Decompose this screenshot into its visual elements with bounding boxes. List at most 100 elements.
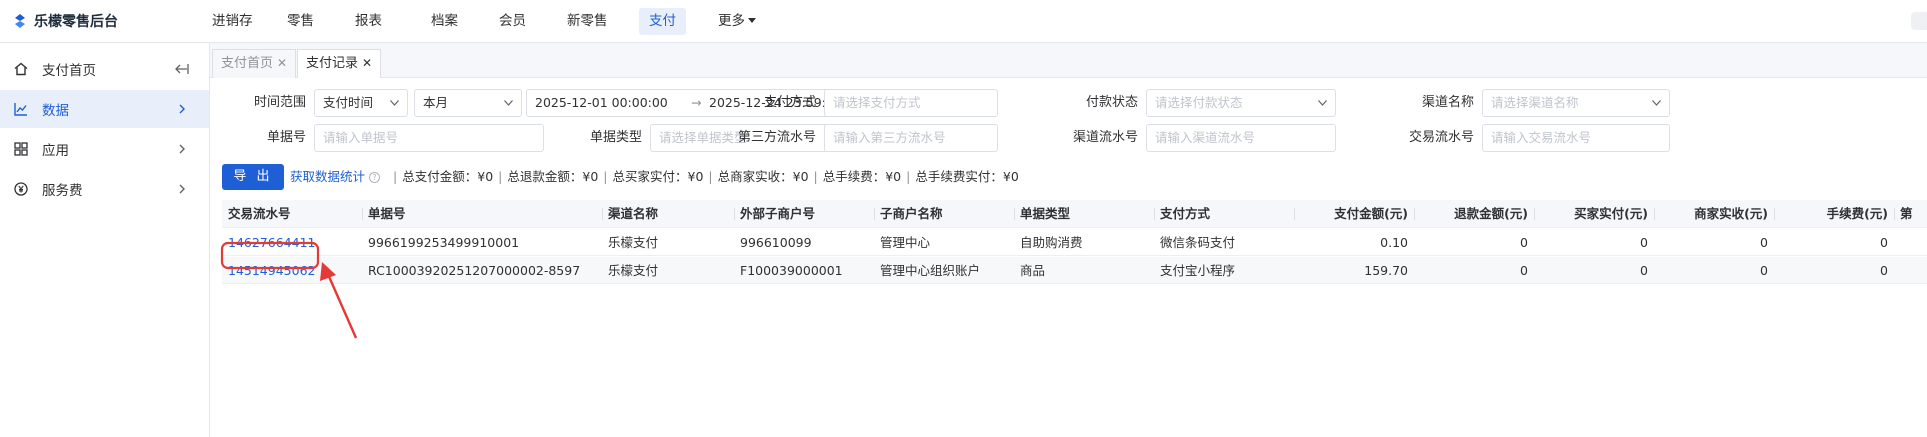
table-row[interactable]: 14514945062 RC10003920251207000002-8597 …: [222, 257, 1927, 284]
search-icon[interactable]: [1911, 12, 1927, 30]
close-icon[interactable]: ✕: [362, 56, 372, 70]
chevron-down-icon: [504, 100, 513, 106]
nav-item-reports[interactable]: 报表: [345, 8, 392, 35]
channel-name-label: 渠道名称: [1421, 95, 1474, 110]
period-value: 本月: [423, 95, 449, 110]
nav-item-members[interactable]: 会员: [489, 8, 536, 35]
col-next-truncated[interactable]: 第: [1894, 200, 1927, 228]
table-header: 交易流水号 单据号 渠道名称 外部子商户号 子商户名称 单据类型 支付方式 支付…: [222, 200, 1927, 228]
cell-channel-name: 乐檬支付: [608, 235, 659, 250]
trade-serial-link[interactable]: 14627664411: [222, 229, 362, 256]
col-pay-method[interactable]: 支付方式: [1154, 200, 1294, 228]
caret-down-icon: [748, 18, 756, 23]
cell-order-type: 自助购消费: [1020, 235, 1083, 250]
col-fee[interactable]: 手续费(元): [1774, 200, 1894, 228]
cell-refund-amount: 0: [1520, 263, 1528, 278]
col-label: 渠道名称: [608, 206, 659, 221]
nav-item-retail[interactable]: 零售: [277, 8, 324, 35]
tab-label: 支付记录: [306, 56, 359, 71]
fetch-stats-link[interactable]: 获取数据统计: [290, 164, 365, 190]
chart-line-icon: [12, 100, 30, 118]
nav-item-more[interactable]: 更多: [708, 8, 766, 35]
app-title: 乐檬零售后台: [34, 14, 118, 30]
nav-item-archive[interactable]: 档案: [421, 8, 468, 35]
pay-status-select[interactable]: 请选择付款状态: [1146, 89, 1336, 117]
col-pay-amount[interactable]: 支付金额(元): [1294, 200, 1414, 228]
col-label: 单据类型: [1020, 206, 1071, 221]
sidebar-item-label: 支付首页: [42, 63, 96, 79]
info-icon[interactable]: ?: [369, 171, 381, 183]
cell-order-no: 9966199253499910001: [368, 235, 520, 250]
export-button[interactable]: 导 出: [222, 164, 284, 190]
third-serial-input[interactable]: 请输入第三方流水号: [824, 124, 998, 152]
sidebar-item-data[interactable]: 数据: [0, 90, 209, 128]
nav-item-inventory[interactable]: 进销存: [202, 8, 263, 35]
app-logo[interactable]: 乐檬零售后台: [12, 11, 118, 31]
home-icon: [12, 60, 30, 78]
sidebar-item-payment-home[interactable]: 支付首页: [0, 50, 209, 88]
stat-total-merchant-received: 总商家实收：¥0: [717, 169, 809, 184]
sidebar-item-apps[interactable]: 应用: [0, 130, 209, 168]
trade-serial-label: 交易流水号: [1408, 130, 1474, 145]
col-label: 商家实收(元): [1694, 206, 1768, 221]
col-submerchant-name[interactable]: 子商户名称: [874, 200, 1014, 228]
cell-pay-amount: 159.70: [1364, 263, 1408, 278]
apps-grid-icon: [12, 140, 30, 158]
chevron-right-icon: [179, 104, 185, 114]
close-icon[interactable]: ✕: [277, 56, 287, 70]
table-row[interactable]: 14627664411 9966199253499910001 乐檬支付 996…: [222, 229, 1927, 256]
chevron-down-icon: [1318, 100, 1327, 106]
col-trade-serial[interactable]: 交易流水号: [222, 200, 362, 228]
channel-name-placeholder: 请选择渠道名称: [1491, 95, 1579, 110]
nav-item-payment[interactable]: 支付: [639, 8, 686, 35]
stat-total-buyer-paid: 总买家实付：¥0: [612, 169, 704, 184]
cell-merchant-received: 0: [1760, 235, 1768, 250]
pay-method-placeholder: 请选择支付方式: [833, 95, 921, 110]
chevron-down-icon: [390, 100, 399, 106]
sidebar-item-label: 服务费: [42, 183, 83, 199]
stat-total-refund: 总退款金额：¥0: [507, 169, 599, 184]
sidebar-item-service-fee[interactable]: 服务费: [0, 170, 209, 208]
col-merchant-received[interactable]: 商家实收(元): [1654, 200, 1774, 228]
time-type-select[interactable]: 支付时间: [314, 89, 408, 117]
collapse-sidebar-icon[interactable]: [175, 62, 189, 76]
payment-records-panel: 时间范围 支付时间 本月 2025-12-01 00:00:00 → 2025-…: [210, 78, 1927, 437]
time-range-label: 时间范围: [253, 95, 306, 110]
col-buyer-paid[interactable]: 买家实付(元): [1534, 200, 1654, 228]
col-label: 第: [1900, 206, 1913, 221]
trade-serial-input[interactable]: 请输入交易流水号: [1482, 124, 1670, 152]
nav-more-label: 更多: [718, 13, 745, 29]
col-refund-amount[interactable]: 退款金额(元): [1414, 200, 1534, 228]
cell-buyer-paid: 0: [1640, 263, 1648, 278]
tab-payment-records[interactable]: 支付记录 ✕: [297, 49, 382, 78]
col-order-type[interactable]: 单据类型: [1014, 200, 1154, 228]
channel-serial-input[interactable]: 请输入渠道流水号: [1146, 124, 1336, 152]
col-order-no[interactable]: 单据号: [362, 200, 602, 228]
page-tabs: 支付首页 ✕ 支付记录 ✕: [210, 43, 1927, 78]
period-select[interactable]: 本月: [414, 89, 522, 117]
chevron-down-icon: [1652, 100, 1661, 106]
nav-item-new-retail[interactable]: 新零售: [557, 8, 618, 35]
trade-serial-link[interactable]: 14514945062: [222, 257, 362, 284]
cell-buyer-paid: 0: [1640, 235, 1648, 250]
order-type-label: 单据类型: [589, 130, 642, 145]
cell-submerchant-name: 管理中心: [880, 235, 931, 250]
stats-separator: |: [906, 169, 911, 184]
stats-separator: |: [498, 169, 503, 184]
cell-merchant-received: 0: [1760, 263, 1768, 278]
pay-status-placeholder: 请选择付款状态: [1155, 95, 1243, 110]
cell-fee: 0: [1880, 235, 1888, 250]
pay-method-select[interactable]: 请选择支付方式: [824, 89, 998, 117]
cell-pay-method: 微信条码支付: [1160, 235, 1236, 250]
tab-payment-home[interactable]: 支付首页 ✕: [212, 49, 297, 78]
currency-icon: [12, 180, 30, 198]
stats-separator: |: [813, 169, 818, 184]
order-no-input[interactable]: 请输入单据号: [314, 124, 544, 152]
col-external-submerchant-no[interactable]: 外部子商户号: [734, 200, 874, 228]
chevron-right-icon: [179, 184, 185, 194]
col-channel-name[interactable]: 渠道名称: [602, 200, 734, 228]
stat-total-fee-paid: 总手续费实付：¥0: [915, 169, 1019, 184]
order-no-placeholder: 请输入单据号: [323, 130, 399, 145]
channel-name-select[interactable]: 请选择渠道名称: [1482, 89, 1670, 117]
col-label: 支付方式: [1160, 206, 1211, 221]
